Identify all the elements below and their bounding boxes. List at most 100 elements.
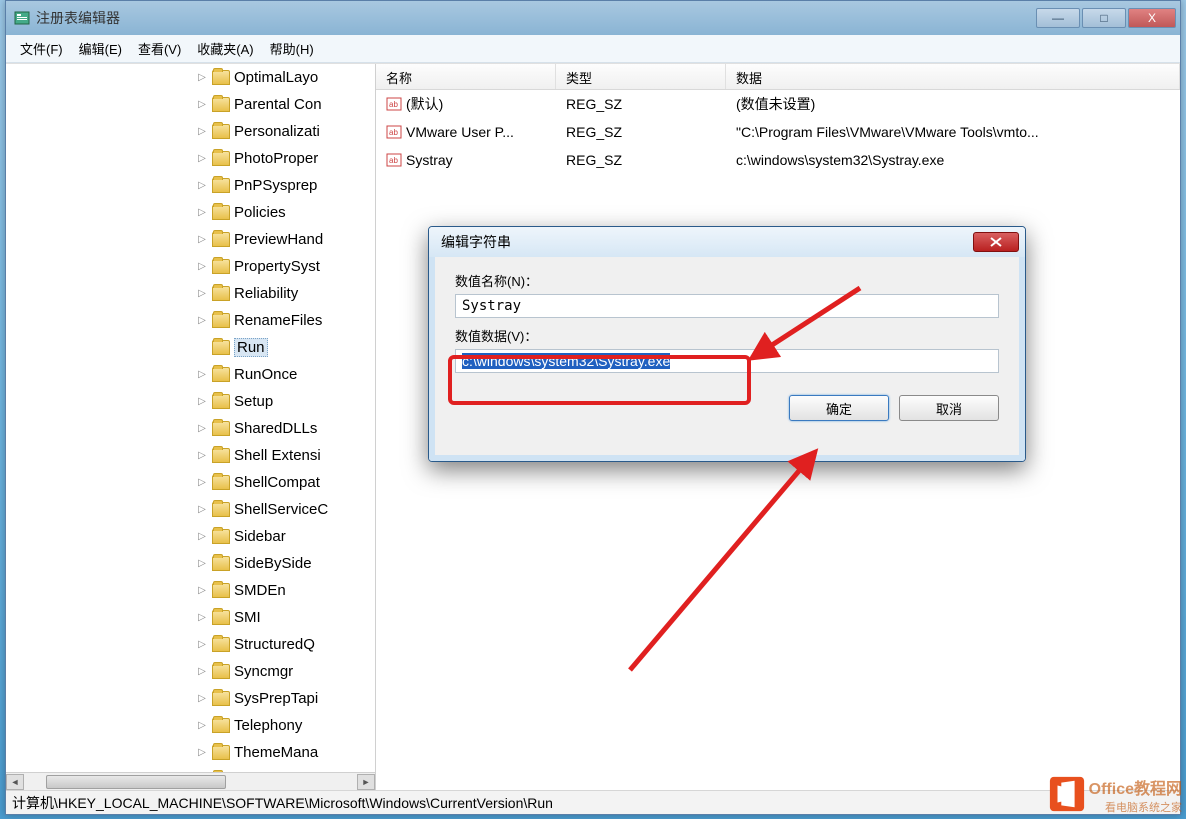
expander-icon[interactable]: ▷: [196, 558, 208, 570]
expander-icon[interactable]: [196, 342, 208, 354]
expander-icon[interactable]: ▷: [196, 450, 208, 462]
close-button[interactable]: X: [1128, 8, 1176, 28]
expander-icon[interactable]: ▷: [196, 585, 208, 597]
expander-icon[interactable]: ▷: [196, 477, 208, 489]
minimize-button[interactable]: —: [1036, 8, 1080, 28]
scroll-thumb[interactable]: [46, 775, 226, 789]
tree-item[interactable]: ▷PreviewHand: [6, 226, 375, 253]
expander-icon[interactable]: ▷: [196, 693, 208, 705]
maximize-button[interactable]: □: [1082, 8, 1126, 28]
tree-item[interactable]: ▷ ThemeMana: [6, 739, 375, 766]
menu-favorites[interactable]: 收藏夹(A): [189, 35, 261, 62]
tree-item[interactable]: ▷Syncmgr: [6, 658, 375, 685]
col-header-data[interactable]: 数据: [726, 64, 1180, 89]
tree-item[interactable]: ▷ SysPrepTapi: [6, 685, 375, 712]
tree-item[interactable]: ▷Personalizati: [6, 118, 375, 145]
folder-icon: [212, 340, 230, 355]
scroll-left-icon[interactable]: ◄: [6, 774, 24, 790]
expander-icon[interactable]: ▷: [196, 261, 208, 273]
office-logo-icon: [1048, 775, 1086, 813]
expander-icon[interactable]: ▷: [196, 153, 208, 165]
tree-item-label: ShellServiceC: [234, 501, 328, 518]
menu-help[interactable]: 帮助(H): [262, 35, 322, 62]
dialog-close-button[interactable]: [973, 232, 1019, 252]
tree-item[interactable]: ▷RenameFiles: [6, 307, 375, 334]
tree-item-label: ThemeMana: [234, 744, 318, 761]
tree-item[interactable]: ▷StructuredQ: [6, 631, 375, 658]
tree-item[interactable]: ▷ Shell Extensi: [6, 442, 375, 469]
menu-view[interactable]: 查看(V): [130, 35, 189, 62]
tree-item[interactable]: ▷ PhotoProper: [6, 145, 375, 172]
expander-icon[interactable]: ▷: [196, 99, 208, 111]
tree-item-label: RunOnce: [234, 366, 297, 383]
tree-item-label: OptimalLayo: [234, 69, 318, 86]
expander-icon[interactable]: ▷: [196, 288, 208, 300]
expander-icon[interactable]: ▷: [196, 207, 208, 219]
tree-item[interactable]: ▷SideBySide: [6, 550, 375, 577]
folder-icon: [212, 691, 230, 706]
tree-item-label: Shell Extensi: [234, 447, 321, 464]
tree-item[interactable]: ▷ OptimalLayo: [6, 64, 375, 91]
tree-item-label: SharedDLLs: [234, 420, 317, 437]
tree-item[interactable]: ▷Reliability: [6, 280, 375, 307]
expander-icon[interactable]: ▷: [196, 315, 208, 327]
expander-icon[interactable]: ▷: [196, 72, 208, 84]
expander-icon[interactable]: ▷: [196, 369, 208, 381]
expander-icon[interactable]: ▷: [196, 639, 208, 651]
folder-icon: [212, 205, 230, 220]
expander-icon[interactable]: ▷: [196, 423, 208, 435]
expander-icon[interactable]: ▷: [196, 234, 208, 246]
tree-item[interactable]: ▷SMI: [6, 604, 375, 631]
list-row[interactable]: abSystrayREG_SZc:\windows\system32\Systr…: [376, 146, 1180, 174]
titlebar[interactable]: 注册表编辑器 — □ X: [6, 1, 1180, 35]
folder-icon: [212, 502, 230, 517]
expander-icon[interactable]: ▷: [196, 720, 208, 732]
tree-item[interactable]: ▷PnPSysprep: [6, 172, 375, 199]
tree-item[interactable]: ▷ RunOnce: [6, 361, 375, 388]
value-data-input[interactable]: c:\windows\system32\Systray.exe: [455, 349, 999, 373]
tree-item[interactable]: ▷Telephony: [6, 712, 375, 739]
list-row[interactable]: ab(默认)REG_SZ(数值未设置): [376, 90, 1180, 118]
tree-item[interactable]: ▷SMDEn: [6, 577, 375, 604]
menu-edit[interactable]: 编辑(E): [71, 35, 130, 62]
dialog-titlebar[interactable]: 编辑字符串: [429, 227, 1025, 257]
expander-icon[interactable]: ▷: [196, 180, 208, 192]
folder-icon: [212, 583, 230, 598]
tree-item-label: SysPrepTapi: [234, 690, 318, 707]
tree-item[interactable]: ▷PropertySyst: [6, 253, 375, 280]
tree-item[interactable]: ▷Sidebar: [6, 523, 375, 550]
ok-button[interactable]: 确定: [789, 395, 889, 421]
expander-icon[interactable]: ▷: [196, 747, 208, 759]
value-name-input[interactable]: [455, 294, 999, 318]
col-header-type[interactable]: 类型: [556, 64, 726, 89]
expander-icon[interactable]: ▷: [196, 666, 208, 678]
list-row[interactable]: abVMware User P...REG_SZ"C:\Program File…: [376, 118, 1180, 146]
tree-item[interactable]: ▷ShellCompat: [6, 469, 375, 496]
watermark: Office教程网 看电脑系统之家: [1089, 775, 1182, 815]
tree-item-label: Policies: [234, 204, 286, 221]
reg-sz-icon: ab: [386, 152, 402, 168]
cancel-button[interactable]: 取消: [899, 395, 999, 421]
menu-file[interactable]: 文件(F): [12, 35, 71, 62]
tree-item-label: PhotoProper: [234, 150, 318, 167]
scroll-right-icon[interactable]: ►: [357, 774, 375, 790]
expander-icon[interactable]: ▷: [196, 504, 208, 516]
col-header-name[interactable]: 名称: [376, 64, 556, 89]
tree-body[interactable]: ▷OptimalLayo▷Parental Con▷Personalizati▷…: [6, 64, 375, 772]
tree-item[interactable]: ▷ Policies: [6, 199, 375, 226]
tree-item[interactable]: ▷ ShellServiceC: [6, 496, 375, 523]
expander-icon[interactable]: ▷: [196, 396, 208, 408]
window-title: 注册表编辑器: [36, 8, 1036, 28]
tree-item[interactable]: ▷ SharedDLLs: [6, 415, 375, 442]
tree-scrollbar-horizontal[interactable]: ◄ ►: [6, 772, 375, 790]
folder-icon: [212, 286, 230, 301]
tree-item[interactable]: ▷Setup: [6, 388, 375, 415]
folder-icon: [212, 124, 230, 139]
expander-icon[interactable]: ▷: [196, 126, 208, 138]
expander-icon[interactable]: ▷: [196, 612, 208, 624]
tree-item[interactable]: ▷Parental Con: [6, 91, 375, 118]
expander-icon[interactable]: ▷: [196, 531, 208, 543]
folder-icon: [212, 610, 230, 625]
folder-icon: [212, 313, 230, 328]
tree-item[interactable]: Run: [6, 334, 375, 361]
